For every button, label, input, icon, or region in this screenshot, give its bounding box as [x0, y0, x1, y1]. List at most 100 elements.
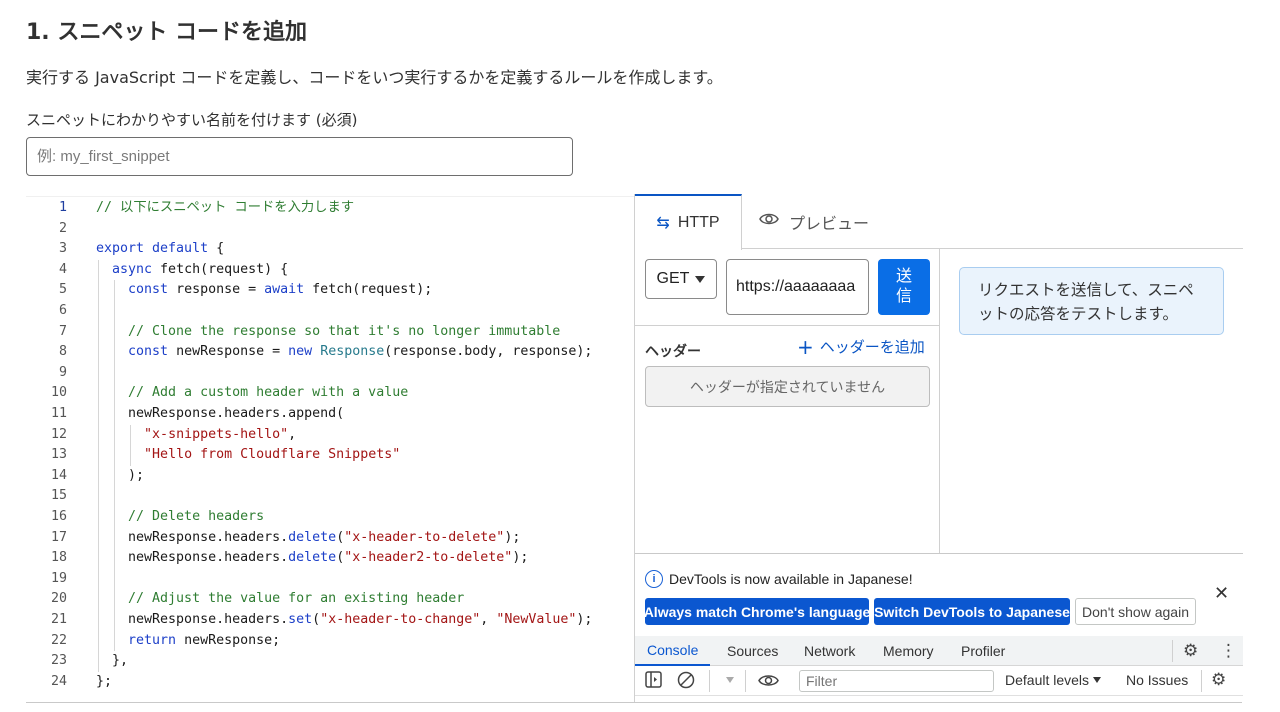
code-token: "x-snippets-hello"	[144, 426, 289, 442]
eye-icon[interactable]	[758, 673, 779, 692]
line-number: 14	[50, 467, 67, 483]
divider	[1172, 640, 1173, 662]
code-line: 5 const response = await fetch(request);	[26, 280, 634, 301]
line-number: 6	[58, 303, 67, 318]
code-token: );	[512, 550, 529, 566]
code-line: 19	[26, 569, 634, 590]
code-text: // Clone the response so that it's no lo…	[96, 322, 560, 343]
code-text: newResponse.headers.delete("x-header2-to…	[96, 548, 528, 569]
close-icon[interactable]: ✕	[1214, 583, 1229, 604]
code-token: newResponse.headers.append(	[96, 406, 345, 421]
line-number: 9	[58, 364, 67, 380]
code-token: };	[96, 673, 113, 689]
code-text: // 以下にスニペット コードを入力します	[96, 198, 354, 219]
tab-console[interactable]: Console	[635, 636, 711, 666]
chevron-down-icon	[695, 275, 706, 283]
always-match-language-button[interactable]: Always match Chrome's language	[644, 598, 870, 625]
code-token: // 以下にスニペット コードを入力します	[96, 200, 355, 215]
code-line: 17 newResponse.headers.delete("x-header-…	[26, 528, 634, 549]
code-token: newResponse =	[168, 344, 289, 360]
line-number: 17	[50, 529, 67, 545]
line-number: 15	[50, 488, 67, 504]
switch-to-japanese-button[interactable]: Switch DevTools to Japanese	[874, 598, 1070, 625]
url-input[interactable]: https://aaaaaaaa	[726, 259, 869, 315]
console-filter-input[interactable]	[799, 670, 994, 692]
code-token: async	[112, 261, 153, 277]
line-number: 11	[50, 406, 67, 421]
clear-console-icon[interactable]	[677, 671, 695, 693]
line-number: 24	[50, 673, 67, 689]
code-token: );	[504, 529, 521, 545]
code-token: "NewValue"	[496, 612, 577, 627]
sidebar-toggle-icon[interactable]	[645, 671, 662, 692]
line-number: 21	[50, 612, 67, 627]
tab-preview[interactable]: プレビュー	[759, 194, 869, 249]
code-token: newResponse.headers.	[96, 612, 289, 627]
gear-icon[interactable]: ⚙	[1211, 670, 1226, 690]
code-line: 15	[26, 486, 634, 507]
code-line: 16 // Delete headers	[26, 507, 634, 528]
tab-sources[interactable]: Sources	[727, 636, 778, 666]
line-number: 23	[50, 653, 67, 669]
send-button[interactable]: 送 信	[878, 259, 930, 315]
divider	[1201, 670, 1202, 692]
code-editor[interactable]: 1// 以下にスニペット コードを入力します 2 3 export default {…	[26, 196, 634, 702]
url-value: https://aaaaaaaa	[736, 278, 856, 295]
line-number: 3	[58, 241, 67, 257]
preview-panel: ⇆ HTTP プレビュー GET https://aaaaaaaa 送 信 ヘッ…	[634, 194, 1243, 703]
code-token: "x-header2-to-delete"	[344, 550, 513, 566]
more-vertical-icon[interactable]: ⋮	[1220, 641, 1237, 661]
code-line: 13 "Hello from Cloudflare Snippets"	[26, 445, 634, 466]
add-header-button[interactable]: + ヘッダーを追加	[797, 336, 925, 357]
code-token: ,	[480, 612, 497, 627]
line-number: 12	[50, 426, 67, 442]
divider	[709, 670, 710, 692]
code-token: await	[264, 282, 305, 298]
tab-profiler[interactable]: Profiler	[961, 636, 1005, 666]
indent-guide	[114, 280, 116, 652]
line-number: 22	[50, 632, 67, 648]
tab-preview-label: プレビュー	[789, 215, 870, 233]
code-token: ,	[288, 426, 297, 442]
tab-http[interactable]: ⇆ HTTP	[635, 194, 742, 250]
code-text: return newResponse;	[96, 631, 280, 652]
eye-icon	[759, 212, 779, 231]
console-toolbar: Default levels No Issues ⚙	[635, 666, 1243, 696]
response-hint: リクエストを送信して、スニペットの応答をテストします。	[959, 267, 1224, 335]
code-line: 9	[26, 363, 634, 384]
tab-network[interactable]: Network	[804, 636, 855, 666]
gear-icon[interactable]: ⚙	[1183, 641, 1198, 661]
line-number: 10	[50, 385, 67, 401]
code-token: newResponse.headers.	[96, 529, 289, 545]
code-token: );	[576, 612, 593, 627]
code-line: 14 );	[26, 466, 634, 487]
log-levels-dropdown[interactable]: Default levels	[1005, 672, 1102, 688]
code-text: // Delete headers	[96, 507, 264, 528]
issues-counter[interactable]: No Issues	[1126, 672, 1188, 688]
code-line: 12 "x-snippets-hello",	[26, 425, 634, 446]
code-token: // Add a custom header with a value	[96, 385, 409, 401]
code-line: 8 const newResponse = new Response(respo…	[26, 342, 634, 363]
line-number: 8	[58, 344, 67, 360]
line-number: 16	[50, 509, 67, 524]
line-number: 20	[50, 591, 67, 607]
info-icon: i	[645, 570, 663, 588]
code-line: 7 // Clone the response so that it's no …	[26, 322, 634, 343]
swap-arrows-icon: ⇆	[656, 215, 670, 232]
code-text: // Adjust the value for an existing head…	[96, 589, 464, 610]
dont-show-again-button[interactable]: Don't show again	[1075, 598, 1196, 625]
line-number: 4	[58, 261, 67, 277]
line-number: 7	[58, 323, 67, 339]
add-header-label: ヘッダーを追加	[819, 338, 925, 356]
code-line: 10 // Add a custom header with a value	[26, 383, 634, 404]
code-text: };	[96, 672, 112, 693]
preview-tabs: ⇆ HTTP プレビュー	[635, 194, 1243, 250]
line-number: 19	[50, 570, 67, 586]
code-line: 18 newResponse.headers.delete("x-header2…	[26, 548, 634, 569]
tab-memory[interactable]: Memory	[883, 636, 934, 666]
divider	[635, 325, 940, 326]
snippet-name-input[interactable]	[26, 137, 573, 176]
method-select[interactable]: GET	[645, 259, 717, 299]
context-dropdown-icon[interactable]	[726, 677, 734, 683]
